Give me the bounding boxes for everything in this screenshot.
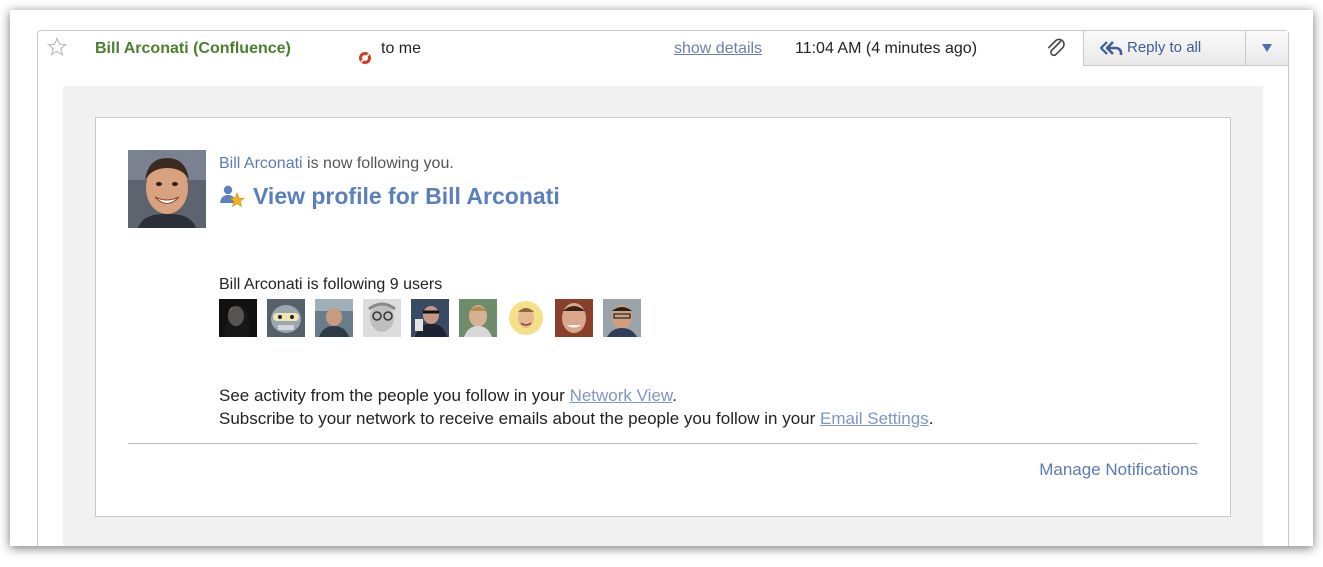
profile-star-icon — [220, 185, 245, 208]
star-icon[interactable] — [47, 37, 67, 57]
manage-notifications-link[interactable]: Manage Notifications — [1039, 460, 1198, 480]
following-count: Bill Arconati is following 9 users — [219, 276, 443, 293]
subscribe-label: Subscribe to your network to receive ema… — [219, 409, 816, 428]
email-settings-link[interactable]: Email Settings — [820, 409, 929, 428]
dropdown-arrow-icon — [1262, 44, 1272, 52]
user-thumbnail[interactable] — [555, 299, 593, 337]
network-view-link[interactable]: Network View — [570, 386, 673, 405]
view-profile-link[interactable]: View profile for Bill Arconati — [253, 183, 560, 210]
reply-all-label: Reply to all — [1127, 39, 1202, 56]
sender-name[interactable]: Bill Arconati (Confluence) — [95, 40, 291, 58]
reply-options-button[interactable] — [1245, 31, 1288, 66]
user-thumbnail[interactable] — [363, 299, 401, 337]
activity-label: See activity from the people you follow … — [219, 386, 565, 405]
chat-status-icon — [359, 52, 371, 64]
notification-card: Bill Arconati is now following you. View… — [95, 117, 1231, 517]
user-thumbnail[interactable] — [219, 299, 257, 337]
subscribe-period: . — [928, 409, 934, 428]
user-thumbnail[interactable] — [459, 299, 497, 337]
activity-text: See activity from the people you follow … — [219, 384, 933, 430]
email-window: Bill Arconati (Confluence) to me show de… — [10, 10, 1313, 546]
follow-message: is now following you. — [307, 155, 454, 172]
message-body: Bill Arconati is now following you. View… — [63, 86, 1263, 546]
follow-notice: Bill Arconati is now following you. — [219, 155, 454, 173]
user-thumbnail[interactable] — [315, 299, 353, 337]
divider — [128, 443, 1198, 444]
email-settings-line: Subscribe to your network to receive ema… — [219, 407, 933, 430]
user-thumbnail[interactable] — [267, 299, 305, 337]
show-details-link[interactable]: show details — [674, 40, 762, 58]
follower-avatar[interactable] — [128, 150, 206, 228]
user-thumbnail[interactable] — [411, 299, 449, 337]
email-message: Bill Arconati (Confluence) to me show de… — [37, 30, 1289, 546]
recipient-label: to me — [381, 40, 422, 57]
activity-period: . — [672, 386, 677, 405]
user-thumbnail[interactable] — [603, 299, 641, 337]
follower-name-link[interactable]: Bill Arconati — [219, 155, 303, 172]
message-time: 11:04 AM (4 minutes ago) — [795, 40, 978, 57]
user-thumbnail[interactable] — [507, 299, 545, 337]
reply-all-button[interactable]: Reply to all — [1083, 31, 1245, 66]
network-view-line: See activity from the people you follow … — [219, 384, 933, 407]
paperclip-icon — [1048, 38, 1065, 57]
reply-all-icon — [1099, 41, 1123, 55]
